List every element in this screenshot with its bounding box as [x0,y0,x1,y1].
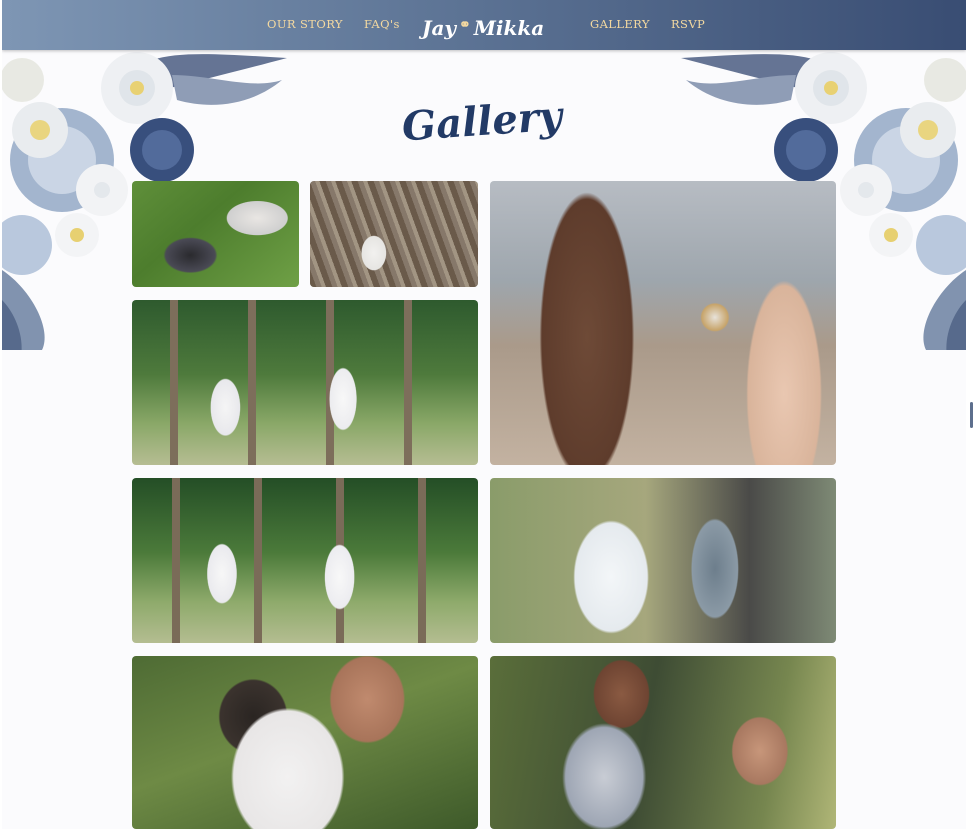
gallery-title: Gallery [400,92,564,151]
gallery-photo-5[interactable] [132,478,478,643]
photo-image [132,181,299,287]
gallery-photo-4[interactable] [490,181,836,465]
page: OUR STORY FAQ's Jay⚭Mikka GALLERY RSVP [2,0,966,829]
photo-image [490,656,836,829]
gallery-photo-7[interactable] [132,656,478,829]
gallery-photo-1[interactable] [132,181,299,287]
gallery-photo-3[interactable] [132,300,478,465]
gallery-photo-6[interactable] [490,478,836,643]
photo-image [310,181,478,287]
brand-name-right: Mikka [473,16,545,40]
photo-image [132,300,478,465]
photo-image [490,181,836,465]
rings-icon: ⚭ [459,17,471,33]
gallery-photo-8[interactable] [490,656,836,829]
brand-logo[interactable]: Jay ⚭ Mikka [422,7,558,43]
nav-rsvp[interactable]: RSVP [671,17,705,31]
scrollbar-thumb[interactable] [970,402,973,428]
photo-image [490,478,836,643]
top-nav: OUR STORY FAQ's Jay ⚭ Mikka GALLERY RSVP [2,0,966,50]
nav-faqs[interactable]: FAQ's [364,17,400,31]
brand-name-left: Jay [422,16,457,40]
photo-image [132,478,478,643]
nav-gallery[interactable]: GALLERY [590,17,650,31]
nav-our-story[interactable]: OUR STORY [267,17,343,31]
gallery-photo-2[interactable] [310,181,478,287]
photo-image [132,656,478,829]
